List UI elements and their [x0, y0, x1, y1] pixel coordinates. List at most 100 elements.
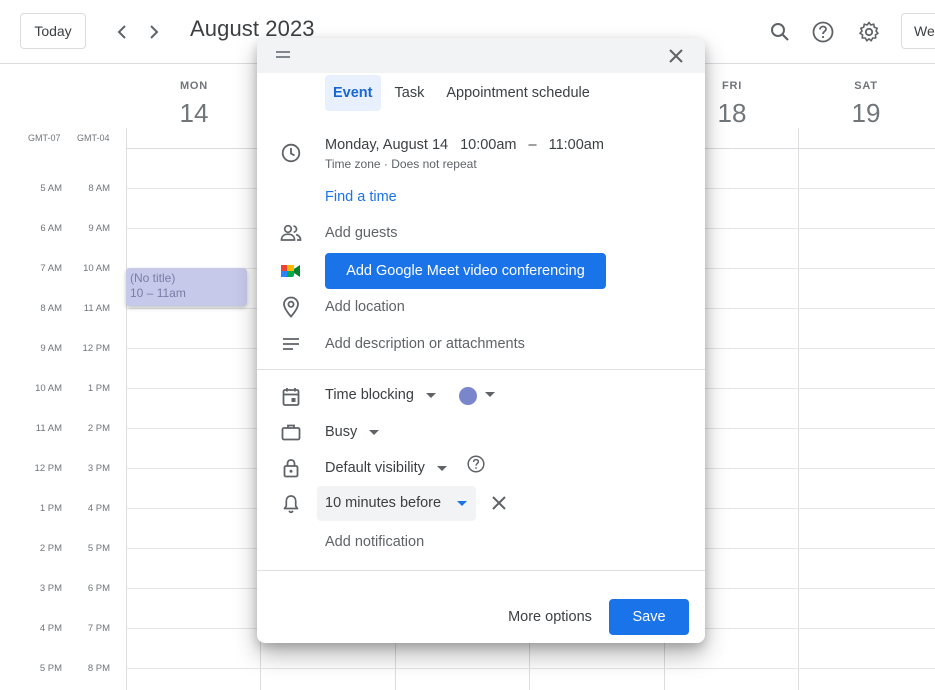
grid-column-divider	[798, 128, 799, 690]
hour-label-primary: 10 AM	[35, 383, 62, 394]
clock-icon	[279, 141, 303, 165]
timezone-primary-label: GMT-07	[28, 133, 61, 143]
timezone-link[interactable]: Time zone	[325, 157, 381, 171]
tab-appointment-schedule[interactable]: Appointment schedule	[438, 75, 598, 111]
description-icon	[279, 332, 303, 356]
day-number[interactable]: 14	[164, 98, 224, 129]
timezone-secondary-label: GMT-04	[77, 133, 110, 143]
day-header-sat[interactable]: SAT 19	[836, 80, 896, 129]
hour-label-secondary: 1 PM	[87, 383, 110, 394]
hour-grid-line	[126, 668, 935, 669]
hour-label-secondary: 8 AM	[88, 183, 110, 194]
dialog-tabs: Event Task Appointment schedule	[325, 75, 604, 111]
calendar-select-label: Time blocking	[325, 387, 414, 403]
hour-label-secondary: 11 AM	[83, 303, 110, 314]
chevron-left-icon[interactable]	[108, 18, 136, 46]
chevron-right-icon[interactable]	[140, 18, 168, 46]
separator-dot: ·	[383, 157, 388, 171]
dialog-header[interactable]	[257, 38, 705, 73]
add-location-field[interactable]: Add location	[325, 299, 405, 315]
visibility-help-icon[interactable]	[467, 455, 485, 473]
tab-task[interactable]: Task	[387, 75, 433, 111]
dropdown-caret-icon	[369, 429, 380, 435]
visibility-label: Default visibility	[325, 460, 425, 476]
event-color-swatch[interactable]	[459, 387, 477, 405]
section-divider	[257, 369, 705, 370]
add-meet-button[interactable]: Add Google Meet video conferencing	[325, 253, 606, 289]
hour-label-secondary: 2 PM	[87, 423, 110, 434]
dropdown-caret-icon	[436, 465, 447, 471]
hour-label-primary: 5 AM	[40, 183, 62, 194]
hour-label-primary: 6 AM	[40, 223, 62, 234]
remove-notification-icon[interactable]	[491, 495, 507, 511]
hour-label-primary: 4 AM	[40, 143, 62, 154]
hour-label-primary: 8 AM	[40, 303, 62, 314]
close-icon[interactable]	[667, 47, 685, 65]
event-date-time[interactable]: Monday, August 14 10:00am –11:00am	[325, 137, 616, 153]
day-of-week: SAT	[854, 80, 878, 92]
notification-select[interactable]: 10 minutes before	[317, 486, 476, 521]
color-dropdown-caret-icon[interactable]	[485, 392, 495, 397]
event-date[interactable]: Monday, August 14	[325, 137, 448, 153]
day-header-fri[interactable]: FRI 18	[702, 80, 762, 129]
hour-label-primary: 7 AM	[40, 263, 62, 274]
grid-column-divider	[126, 128, 127, 690]
hour-label-secondary: 12 PM	[82, 343, 110, 354]
hour-label-primary: 9 AM	[40, 343, 62, 354]
event-subinfo: Time zone · Does not repeat	[325, 157, 477, 171]
visibility-select[interactable]: Default visibility	[325, 460, 447, 476]
location-icon	[279, 295, 303, 319]
hour-label-secondary: 5 PM	[87, 543, 110, 554]
hour-label-secondary: 7 AM	[88, 143, 110, 154]
day-of-week: FRI	[721, 80, 743, 92]
help-icon[interactable]	[807, 16, 839, 48]
day-number[interactable]: 19	[836, 98, 896, 129]
time-dash: –	[528, 137, 537, 153]
hour-label-secondary: 7 PM	[87, 623, 110, 634]
tab-event[interactable]: Event	[325, 75, 381, 111]
draft-event-block[interactable]: (No title) 10 – 11am	[126, 268, 247, 306]
briefcase-icon	[279, 420, 303, 444]
availability-label: Busy	[325, 424, 358, 440]
calendar-select[interactable]: Time blocking	[325, 387, 436, 403]
section-divider	[257, 570, 705, 571]
drag-handle-icon[interactable]	[276, 51, 290, 59]
add-guests-field[interactable]: Add guests	[325, 225, 398, 241]
hour-label-secondary: 10 AM	[83, 263, 110, 274]
event-start-time[interactable]: 10:00am	[460, 137, 516, 153]
save-button[interactable]: Save	[609, 599, 689, 635]
find-time-link[interactable]: Find a time	[325, 189, 397, 205]
hour-label-secondary: 4 PM	[87, 503, 110, 514]
repeat-label[interactable]: Does not repeat	[391, 157, 476, 171]
hour-label-primary: 5 PM	[39, 663, 62, 674]
hour-label-primary: 4 PM	[39, 623, 62, 634]
bell-icon	[279, 492, 303, 516]
view-select-button[interactable]: Week	[901, 13, 935, 49]
day-number[interactable]: 18	[702, 98, 762, 129]
day-header-mon[interactable]: MON 14	[164, 80, 224, 129]
event-title: (No title)	[130, 271, 176, 285]
search-icon[interactable]	[764, 16, 796, 48]
add-notification-link[interactable]: Add notification	[325, 534, 424, 550]
hour-label-secondary: 8 PM	[87, 663, 110, 674]
hour-label-primary: 1 PM	[39, 503, 62, 514]
hour-label-primary: 12 PM	[34, 463, 62, 474]
hour-label-primary: 2 PM	[39, 543, 62, 554]
event-end-time[interactable]: 11:00am	[549, 137, 604, 153]
hour-label-secondary: 9 AM	[88, 223, 110, 234]
people-icon	[279, 221, 303, 245]
google-meet-icon	[279, 259, 303, 283]
calendar-icon	[279, 385, 303, 409]
event-time: 10 – 11am	[130, 286, 186, 300]
more-options-button[interactable]: More options	[503, 599, 597, 635]
quick-create-dialog: Event Task Appointment schedule Monday, …	[257, 38, 705, 643]
hour-label-primary: 3 PM	[39, 583, 62, 594]
settings-icon[interactable]	[853, 16, 885, 48]
today-button[interactable]: Today	[20, 13, 86, 49]
availability-select[interactable]: Busy	[325, 424, 380, 440]
add-description-field[interactable]: Add description or attachments	[325, 336, 525, 352]
dropdown-caret-icon	[425, 392, 436, 398]
lock-icon	[279, 456, 303, 480]
day-of-week: MON	[179, 80, 209, 92]
hour-label-primary: 11 AM	[35, 423, 62, 434]
